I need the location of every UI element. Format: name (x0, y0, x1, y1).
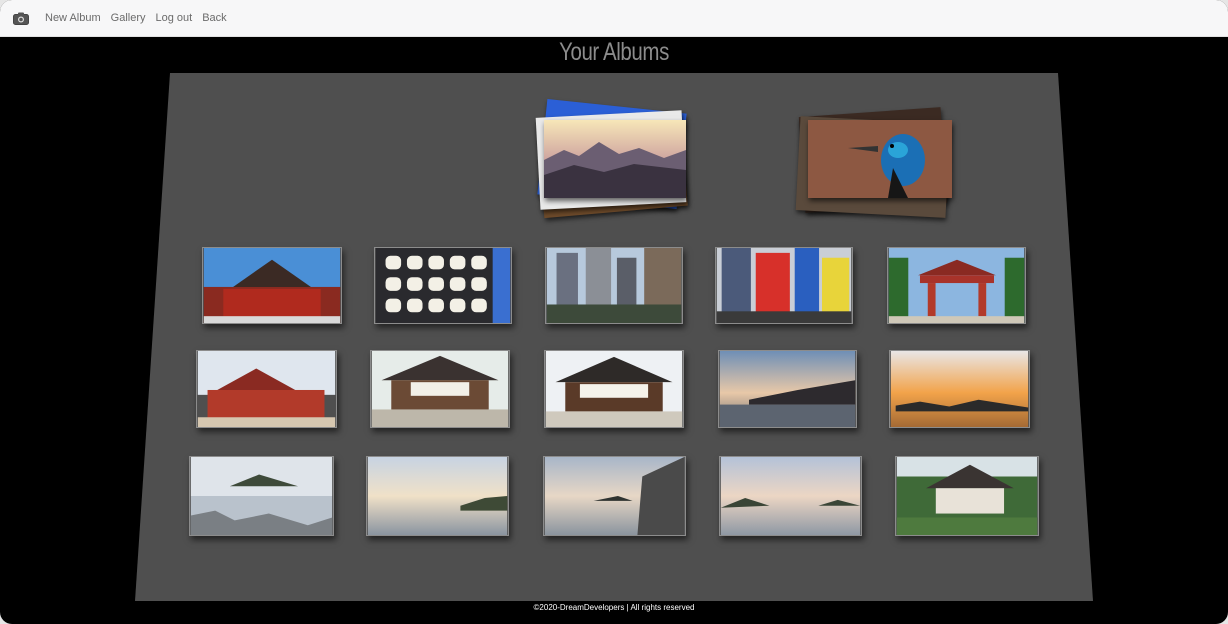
album-stack-cassowary[interactable] (795, 107, 956, 220)
album-cover-mountain (544, 120, 686, 198)
album-stage (0, 0, 1228, 624)
coastal-rock-photo[interactable] (543, 456, 686, 536)
lanterns-photo[interactable] (374, 247, 512, 324)
footer-copyright: ©2020-DreamDevelopers | All rights reser… (533, 603, 695, 612)
red-gate-photo[interactable] (887, 247, 1026, 324)
red-castle-photo[interactable] (196, 350, 337, 428)
cloudy-sea-photo[interactable] (719, 456, 862, 536)
page-title: Your Albums (559, 38, 669, 66)
orange-sunset-photo[interactable] (889, 350, 1030, 428)
shrine-hall-photo[interactable] (370, 350, 510, 428)
album-cover-cassowary (808, 120, 952, 198)
sunset-lake-photo[interactable] (718, 350, 857, 428)
red-temple-photo[interactable] (202, 247, 342, 324)
app-window: New Album Gallery Log out Back Your Albu… (0, 0, 1228, 624)
rocky-bay-photo[interactable] (189, 456, 334, 536)
shrine-lanterns-photo[interactable] (544, 350, 684, 428)
album-stack-mountain[interactable] (535, 98, 692, 220)
city-street-photo[interactable] (545, 247, 683, 324)
shop-signs-photo[interactable] (715, 247, 853, 324)
pagoda-garden-photo[interactable] (895, 456, 1039, 536)
calm-sea-photo[interactable] (366, 456, 509, 536)
